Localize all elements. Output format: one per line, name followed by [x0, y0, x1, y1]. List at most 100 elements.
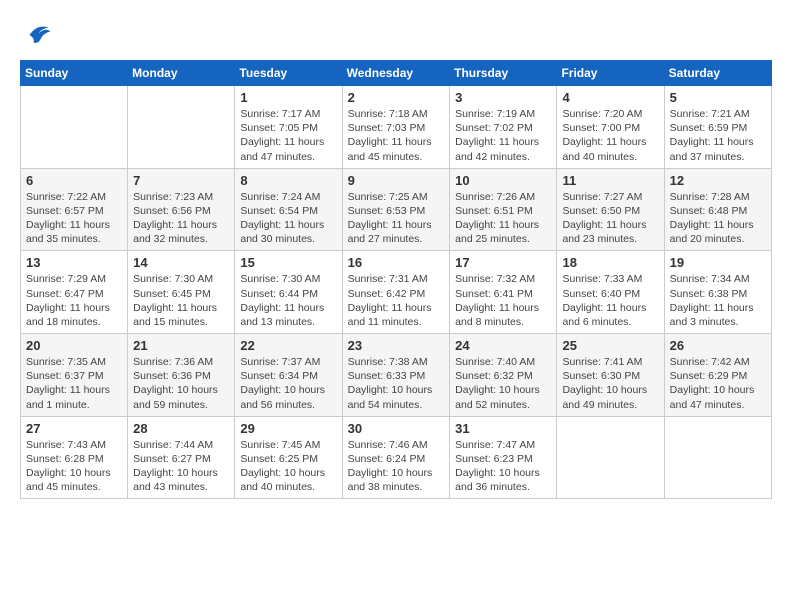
calendar-cell: 28 Sunrise: 7:44 AMSunset: 6:27 PMDayligh… — [128, 416, 235, 499]
day-info: Sunrise: 7:40 AMSunset: 6:32 PMDaylight:… — [455, 355, 551, 412]
day-info: Sunrise: 7:46 AMSunset: 6:24 PMDaylight:… — [348, 438, 445, 495]
weekday-header-monday: Monday — [128, 61, 235, 86]
calendar-cell — [21, 86, 128, 169]
calendar-week-row: 20 Sunrise: 7:35 AMSunset: 6:37 PMDayligh… — [21, 334, 772, 417]
day-number: 14 — [133, 255, 229, 270]
day-info: Sunrise: 7:25 AMSunset: 6:53 PMDaylight:… — [348, 190, 445, 247]
day-info: Sunrise: 7:24 AMSunset: 6:54 PMDaylight:… — [240, 190, 336, 247]
calendar-cell: 24 Sunrise: 7:40 AMSunset: 6:32 PMDayligh… — [450, 334, 557, 417]
day-info: Sunrise: 7:47 AMSunset: 6:23 PMDaylight:… — [455, 438, 551, 495]
logo-bird-icon — [22, 20, 52, 50]
calendar-cell: 21 Sunrise: 7:36 AMSunset: 6:36 PMDayligh… — [128, 334, 235, 417]
page-header — [20, 20, 772, 50]
day-number: 29 — [240, 421, 336, 436]
day-number: 4 — [562, 90, 658, 105]
calendar-cell: 7Sunrise: 7:23 AMSunset: 6:56 PMDaylight… — [128, 168, 235, 251]
day-number: 30 — [348, 421, 445, 436]
calendar-cell: 22Sunrise: 7:37 AMSunset: 6:34 PMDayligh… — [235, 334, 342, 417]
weekday-header-friday: Friday — [557, 61, 664, 86]
calendar-cell: 23 Sunrise: 7:38 AMSunset: 6:33 PMDayligh… — [342, 334, 450, 417]
day-info: Sunrise: 7:30 AMSunset: 6:44 PMDaylight:… — [240, 272, 336, 329]
day-info: Sunrise: 7:43 AMSunset: 6:28 PMDaylight:… — [26, 438, 122, 495]
calendar-cell: 19 Sunrise: 7:34 AMSunset: 6:38 PMDayligh… — [664, 251, 771, 334]
day-number: 13 — [26, 255, 122, 270]
day-number: 7 — [133, 173, 229, 188]
day-number: 10 — [455, 173, 551, 188]
calendar-cell: 29 Sunrise: 7:45 AMSunset: 6:25 PMDayligh… — [235, 416, 342, 499]
day-number: 1 — [240, 90, 336, 105]
day-number: 17 — [455, 255, 551, 270]
day-info: Sunrise: 7:42 AMSunset: 6:29 PMDaylight:… — [670, 355, 766, 412]
calendar-week-row: 1 Sunrise: 7:17 AMSunset: 7:05 PMDaylight… — [21, 86, 772, 169]
day-number: 9 — [348, 173, 445, 188]
weekday-header-tuesday: Tuesday — [235, 61, 342, 86]
day-info: Sunrise: 7:34 AMSunset: 6:38 PMDaylight:… — [670, 272, 766, 329]
day-info: Sunrise: 7:19 AMSunset: 7:02 PMDaylight:… — [455, 107, 551, 164]
day-info: Sunrise: 7:44 AMSunset: 6:27 PMDaylight:… — [133, 438, 229, 495]
day-info: Sunrise: 7:17 AMSunset: 7:05 PMDaylight:… — [240, 107, 336, 164]
day-info: Sunrise: 7:28 AMSunset: 6:48 PMDaylight:… — [670, 190, 766, 247]
day-number: 27 — [26, 421, 122, 436]
calendar-cell: 1 Sunrise: 7:17 AMSunset: 7:05 PMDaylight… — [235, 86, 342, 169]
calendar-cell: 11 Sunrise: 7:27 AMSunset: 6:50 PMDayligh… — [557, 168, 664, 251]
day-info: Sunrise: 7:35 AMSunset: 6:37 PMDaylight:… — [26, 355, 122, 412]
day-number: 15 — [240, 255, 336, 270]
day-info: Sunrise: 7:21 AMSunset: 6:59 PMDaylight:… — [670, 107, 766, 164]
day-number: 8 — [240, 173, 336, 188]
calendar-cell: 9 Sunrise: 7:25 AMSunset: 6:53 PMDaylight… — [342, 168, 450, 251]
calendar-cell: 15 Sunrise: 7:30 AMSunset: 6:44 PMDayligh… — [235, 251, 342, 334]
day-info: Sunrise: 7:45 AMSunset: 6:25 PMDaylight:… — [240, 438, 336, 495]
day-number: 3 — [455, 90, 551, 105]
day-number: 2 — [348, 90, 445, 105]
calendar-cell: 12 Sunrise: 7:28 AMSunset: 6:48 PMDayligh… — [664, 168, 771, 251]
day-number: 28 — [133, 421, 229, 436]
calendar-cell: 30 Sunrise: 7:46 AMSunset: 6:24 PMDayligh… — [342, 416, 450, 499]
day-info: Sunrise: 7:33 AMSunset: 6:40 PMDaylight:… — [562, 272, 658, 329]
day-info: Sunrise: 7:18 AMSunset: 7:03 PMDaylight:… — [348, 107, 445, 164]
day-number: 25 — [562, 338, 658, 353]
day-number: 11 — [562, 173, 658, 188]
calendar-cell: 6 Sunrise: 7:22 AMSunset: 6:57 PMDaylight… — [21, 168, 128, 251]
day-number: 19 — [670, 255, 766, 270]
weekday-header-sunday: Sunday — [21, 61, 128, 86]
calendar-cell: 18 Sunrise: 7:33 AMSunset: 6:40 PMDayligh… — [557, 251, 664, 334]
calendar-cell: 8 Sunrise: 7:24 AMSunset: 6:54 PMDaylight… — [235, 168, 342, 251]
day-number: 31 — [455, 421, 551, 436]
calendar-cell: 10Sunrise: 7:26 AMSunset: 6:51 PMDayligh… — [450, 168, 557, 251]
calendar-cell: 31 Sunrise: 7:47 AMSunset: 6:23 PMDayligh… — [450, 416, 557, 499]
day-number: 26 — [670, 338, 766, 353]
day-number: 21 — [133, 338, 229, 353]
day-info: Sunrise: 7:41 AMSunset: 6:30 PMDaylight:… — [562, 355, 658, 412]
day-info: Sunrise: 7:30 AMSunset: 6:45 PMDaylight:… — [133, 272, 229, 329]
calendar-cell: 13 Sunrise: 7:29 AMSunset: 6:47 PMDayligh… — [21, 251, 128, 334]
weekday-header-saturday: Saturday — [664, 61, 771, 86]
day-number: 5 — [670, 90, 766, 105]
day-info: Sunrise: 7:32 AMSunset: 6:41 PMDaylight:… — [455, 272, 551, 329]
calendar-cell — [664, 416, 771, 499]
calendar-cell: 4 Sunrise: 7:20 AMSunset: 7:00 PMDaylight… — [557, 86, 664, 169]
day-number: 6 — [26, 173, 122, 188]
day-number: 18 — [562, 255, 658, 270]
calendar-week-row: 27 Sunrise: 7:43 AMSunset: 6:28 PMDayligh… — [21, 416, 772, 499]
day-info: Sunrise: 7:27 AMSunset: 6:50 PMDaylight:… — [562, 190, 658, 247]
weekday-header-row: SundayMondayTuesdayWednesdayThursdayFrid… — [21, 61, 772, 86]
weekday-header-wednesday: Wednesday — [342, 61, 450, 86]
day-number: 12 — [670, 173, 766, 188]
day-info: Sunrise: 7:37 AMSunset: 6:34 PMDaylight:… — [240, 355, 336, 412]
calendar-cell: 16 Sunrise: 7:31 AMSunset: 6:42 PMDayligh… — [342, 251, 450, 334]
day-info: Sunrise: 7:20 AMSunset: 7:00 PMDaylight:… — [562, 107, 658, 164]
day-number: 23 — [348, 338, 445, 353]
day-info: Sunrise: 7:29 AMSunset: 6:47 PMDaylight:… — [26, 272, 122, 329]
calendar-week-row: 13 Sunrise: 7:29 AMSunset: 6:47 PMDayligh… — [21, 251, 772, 334]
logo — [20, 20, 52, 50]
calendar-cell — [557, 416, 664, 499]
day-info: Sunrise: 7:38 AMSunset: 6:33 PMDaylight:… — [348, 355, 445, 412]
day-info: Sunrise: 7:36 AMSunset: 6:36 PMDaylight:… — [133, 355, 229, 412]
day-info: Sunrise: 7:31 AMSunset: 6:42 PMDaylight:… — [348, 272, 445, 329]
calendar-cell: 25 Sunrise: 7:41 AMSunset: 6:30 PMDayligh… — [557, 334, 664, 417]
day-number: 16 — [348, 255, 445, 270]
day-info: Sunrise: 7:22 AMSunset: 6:57 PMDaylight:… — [26, 190, 122, 247]
calendar-cell: 20 Sunrise: 7:35 AMSunset: 6:37 PMDayligh… — [21, 334, 128, 417]
day-number: 20 — [26, 338, 122, 353]
day-number: 24 — [455, 338, 551, 353]
